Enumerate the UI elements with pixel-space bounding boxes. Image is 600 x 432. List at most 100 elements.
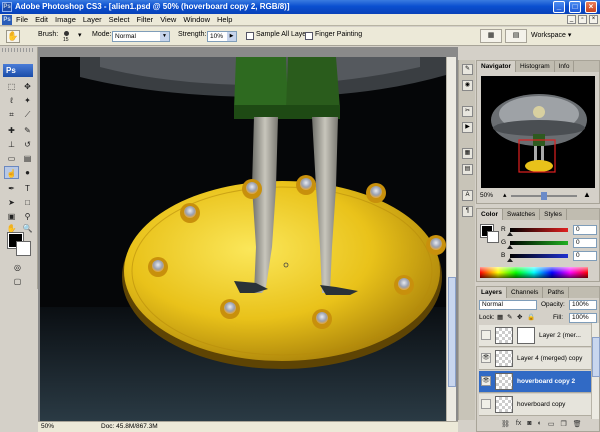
blue-slider-knob[interactable] [507, 258, 513, 262]
tab-info[interactable]: Info [555, 61, 575, 72]
brush-dropdown-icon[interactable]: ▾ [78, 31, 82, 39]
maximize-button[interactable]: □ [569, 1, 581, 13]
palette-well-brushes-icon[interactable]: ▦ [480, 29, 502, 43]
dodge-icon[interactable]: ● [20, 166, 35, 179]
smudge-icon[interactable]: ☝ [4, 166, 19, 179]
tab-layers[interactable]: Layers [477, 287, 507, 298]
new-layer-icon[interactable]: ❐ [560, 420, 566, 428]
mode-select[interactable]: Normal ▼ [112, 31, 170, 42]
blend-mode-select[interactable]: Normal [479, 300, 537, 310]
strength-input[interactable]: 10% ▶ [207, 31, 237, 42]
gradient-icon[interactable]: ▤ [20, 152, 35, 165]
background-color-swatch[interactable] [16, 241, 31, 256]
tab-paths[interactable]: Paths [543, 287, 570, 298]
layer-row[interactable]: hoverboard copy [479, 394, 591, 416]
path-select-icon[interactable]: ➤ [4, 196, 19, 209]
lock-pixels-icon[interactable]: ✎ [507, 313, 512, 321]
layer-row[interactable]: 👁 Layer 4 (merged) copy [479, 348, 591, 370]
layers-scrollbar[interactable] [591, 323, 600, 419]
minimize-button[interactable]: _ [553, 1, 565, 13]
lock-position-icon[interactable]: ✥ [517, 313, 522, 321]
actions-panel-icon[interactable]: ▶ [462, 122, 473, 133]
layer-row-selected[interactable]: 👁 hoverboard copy 2 [479, 371, 591, 393]
layer-mask-thumbnail[interactable] [517, 327, 535, 344]
red-slider[interactable] [510, 228, 568, 232]
brushes-panel-icon[interactable]: ✎ [462, 64, 473, 75]
red-slider-knob[interactable] [507, 232, 513, 236]
history-brush-icon[interactable]: ↺ [20, 138, 35, 151]
layer-style-icon[interactable]: fx [516, 420, 521, 428]
canvas-vertical-scrollbar[interactable] [446, 57, 456, 421]
move-icon[interactable]: ✥ [20, 80, 35, 93]
document-icon[interactable]: Ps [2, 15, 12, 25]
green-slider[interactable] [510, 241, 568, 245]
blue-slider[interactable] [510, 254, 568, 258]
red-value-input[interactable]: 0 [573, 225, 597, 235]
menu-file[interactable]: File [16, 15, 28, 24]
layer-comps-panel-icon[interactable]: ▤ [462, 164, 473, 175]
opacity-input[interactable]: 100% [569, 300, 597, 310]
character-panel-icon[interactable]: A [462, 190, 473, 201]
layers-scrollbar-thumb[interactable] [592, 337, 600, 377]
paragraph-panel-icon[interactable]: ¶ [462, 206, 473, 217]
pen-icon[interactable]: ✒ [4, 182, 19, 195]
navigator-zoom[interactable]: 50% [480, 192, 493, 199]
color-spectrum-bar[interactable] [480, 267, 588, 278]
lasso-icon[interactable]: ℓ [4, 94, 19, 107]
add-mask-icon[interactable]: ◙ [527, 420, 531, 428]
blue-value-input[interactable]: 0 [573, 251, 597, 261]
lock-transparent-icon[interactable]: ▦ [497, 313, 503, 321]
menu-edit[interactable]: Edit [35, 15, 48, 24]
navigator-preview[interactable] [481, 76, 595, 188]
fill-input[interactable]: 100% [569, 313, 597, 323]
layer-row[interactable]: Layer 2 (mer... [479, 325, 591, 347]
color-background-swatch[interactable] [487, 231, 499, 243]
doc-restore-button[interactable]: ▫ [578, 15, 587, 24]
menu-filter[interactable]: Filter [137, 15, 154, 24]
slider-knob[interactable] [541, 192, 547, 200]
finger-painting-checkbox[interactable] [305, 32, 313, 40]
green-value-input[interactable]: 0 [573, 238, 597, 248]
visibility-toggle-icon[interactable] [481, 399, 491, 409]
zoom-in-icon[interactable]: ▲ [583, 190, 591, 199]
adjustment-layer-icon[interactable]: ◐ [538, 420, 542, 428]
visibility-toggle-icon[interactable] [481, 330, 491, 340]
canvas[interactable] [40, 57, 446, 421]
workspace-menu[interactable]: Workspace ▾ [531, 31, 571, 39]
slice-icon[interactable]: ⟋ [20, 108, 35, 121]
eye-icon[interactable]: 👁 [481, 353, 491, 363]
zoom-level[interactable]: 50% [41, 423, 54, 430]
tab-color[interactable]: Color [477, 209, 503, 220]
brush-icon[interactable]: ✎ [20, 124, 35, 137]
shape-icon[interactable]: □ [20, 196, 35, 209]
eye-icon[interactable]: 👁 [481, 376, 491, 386]
history-panel-icon[interactable]: ▦ [462, 148, 473, 159]
clone-source-panel-icon[interactable]: ◉ [462, 80, 473, 91]
smudge-tool-preset-icon[interactable]: ✋ [6, 30, 20, 43]
tab-channels[interactable]: Channels [507, 287, 544, 298]
navigator-zoom-slider[interactable] [511, 192, 577, 200]
quick-mask-icon[interactable]: ◎ [10, 261, 25, 274]
stamp-icon[interactable]: ⊥ [4, 138, 19, 151]
menu-layer[interactable]: Layer [83, 15, 102, 24]
eraser-icon[interactable]: ▭ [4, 152, 19, 165]
healing-icon[interactable]: ✚ [4, 124, 19, 137]
tab-navigator[interactable]: Navigator [477, 61, 516, 72]
scrollbar-thumb[interactable] [448, 277, 456, 387]
menu-help[interactable]: Help [217, 15, 232, 24]
doc-close-button[interactable]: × [589, 15, 598, 24]
menu-image[interactable]: Image [55, 15, 76, 24]
sample-all-layers-checkbox[interactable] [246, 32, 254, 40]
close-button[interactable]: × [585, 1, 597, 13]
link-layers-icon[interactable]: ⛓ [501, 420, 510, 428]
tools-grip[interactable] [2, 48, 35, 52]
screen-mode-icon[interactable]: ▢ [10, 275, 25, 288]
tab-swatches[interactable]: Swatches [503, 209, 541, 220]
palette-well-presets-icon[interactable]: ▤ [505, 29, 527, 43]
green-slider-knob[interactable] [507, 245, 513, 249]
menu-window[interactable]: Window [183, 15, 210, 24]
tab-histogram[interactable]: Histogram [516, 61, 555, 72]
new-group-icon[interactable]: ▭ [548, 420, 555, 428]
marquee-icon[interactable]: ⬚ [4, 80, 19, 93]
delete-layer-icon[interactable]: 🗑 [573, 420, 582, 428]
